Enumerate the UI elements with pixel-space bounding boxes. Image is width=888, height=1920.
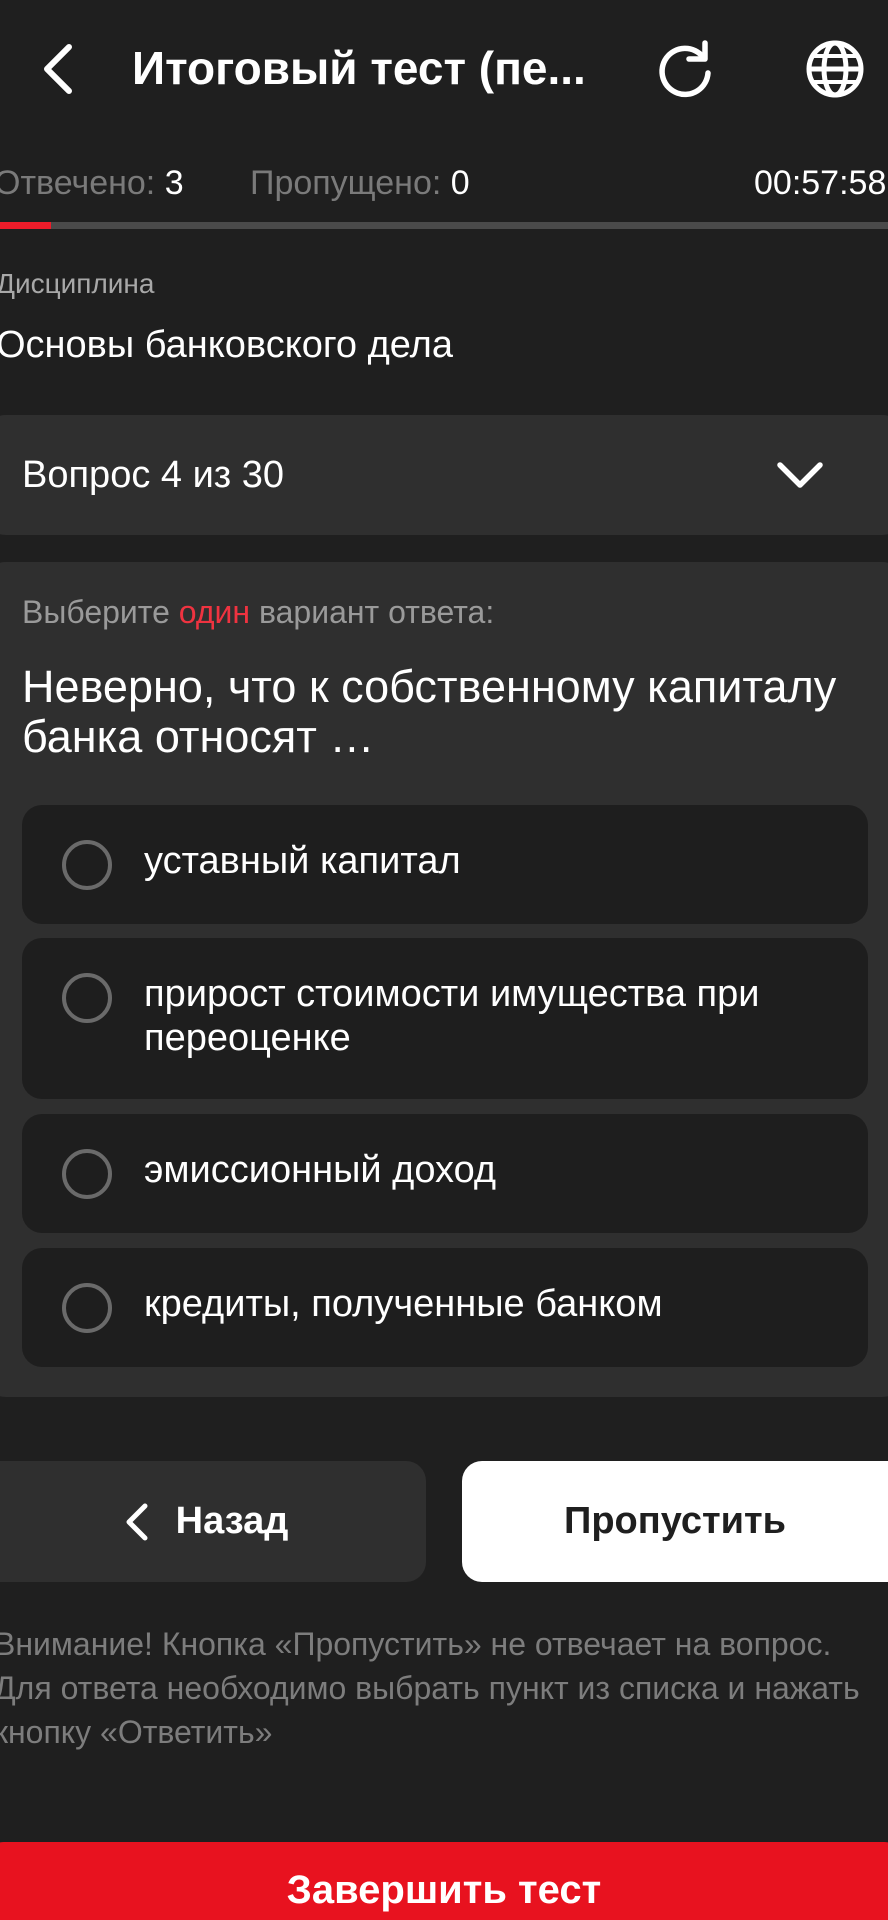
skip-button[interactable]: Пропустить: [462, 1461, 888, 1582]
radio-button[interactable]: [62, 840, 112, 890]
radio-button[interactable]: [62, 973, 112, 1023]
timer: 00:57:58: [754, 164, 887, 202]
skipped-label: Пропущено:: [250, 164, 442, 202]
page-title: Итоговый тест (пе...: [132, 42, 586, 94]
globe-icon: [806, 40, 864, 98]
refresh-icon: [659, 40, 711, 98]
refresh-button[interactable]: [646, 30, 724, 108]
previous-button-label: Назад: [175, 1500, 289, 1542]
question-selector[interactable]: Вопрос 4 из 30: [0, 415, 888, 535]
chevron-left-icon: [126, 1503, 148, 1540]
question-text: Неверно, что к собственному капиталу бан…: [22, 661, 837, 762]
skip-warning: Внимание! Кнопка «Пропустить» не отвечае…: [0, 1626, 860, 1750]
progress-fill: [0, 222, 51, 229]
answer-instruction: Выберите один вариант ответа:: [22, 590, 494, 634]
answer-option[interactable]: уставный капитал: [22, 805, 868, 924]
instruction-prefix: Выберите: [22, 594, 170, 630]
answer-option-label: уставный капитал: [144, 840, 461, 882]
skip-button-label: Пропустить: [564, 1500, 786, 1542]
discipline-label: Дисциплина: [0, 268, 155, 299]
language-button[interactable]: [796, 30, 874, 108]
answer-option-label: эмиссионный доход: [144, 1149, 497, 1191]
answer-option[interactable]: кредиты, полученные банком: [22, 1248, 868, 1367]
instruction-suffix: вариант ответа:: [258, 594, 495, 630]
finish-test-button[interactable]: Завершить тест: [0, 1842, 888, 1920]
finish-test-label: Завершить тест: [286, 1868, 602, 1912]
answered-label: Отвечено:: [0, 164, 156, 202]
question-number: Вопрос 4 из 30: [22, 454, 285, 496]
answer-option-label: кредиты, полученные банком: [144, 1283, 663, 1325]
previous-button-content: Назад: [124, 1500, 289, 1543]
chevron-left-icon: [44, 44, 72, 94]
chevron-down-icon: [777, 462, 823, 488]
skipped-value: 0: [450, 164, 470, 202]
answered-value: 3: [164, 164, 184, 202]
radio-button[interactable]: [62, 1149, 112, 1199]
test-stats: Отвечено: 3 Пропущено: 0 00:57:58: [0, 158, 888, 208]
question-card: Выберите один вариант ответа: Неверно, ч…: [0, 562, 888, 1397]
previous-question-button[interactable]: Назад: [0, 1461, 426, 1582]
discipline-value: Основы банковского дела: [0, 324, 453, 366]
progress-bar: [0, 222, 888, 229]
instruction-accent: один: [178, 594, 251, 630]
top-app-bar: Итоговый тест (пе...: [0, 0, 888, 140]
answer-option[interactable]: прирост стоимости имущества при переоцен…: [22, 938, 868, 1099]
answer-option[interactable]: эмиссионный доход: [22, 1114, 868, 1233]
back-button[interactable]: [22, 34, 92, 104]
answer-option-label: прирост стоимости имущества при переоцен…: [144, 973, 760, 1059]
answered-count: Отвечено: 3: [0, 158, 184, 208]
skipped-count: Пропущено: 0: [250, 158, 470, 208]
test-screen: Итоговый тест (пе... Отвечено: 3 Пропуще…: [0, 0, 888, 1920]
radio-button[interactable]: [62, 1283, 112, 1333]
